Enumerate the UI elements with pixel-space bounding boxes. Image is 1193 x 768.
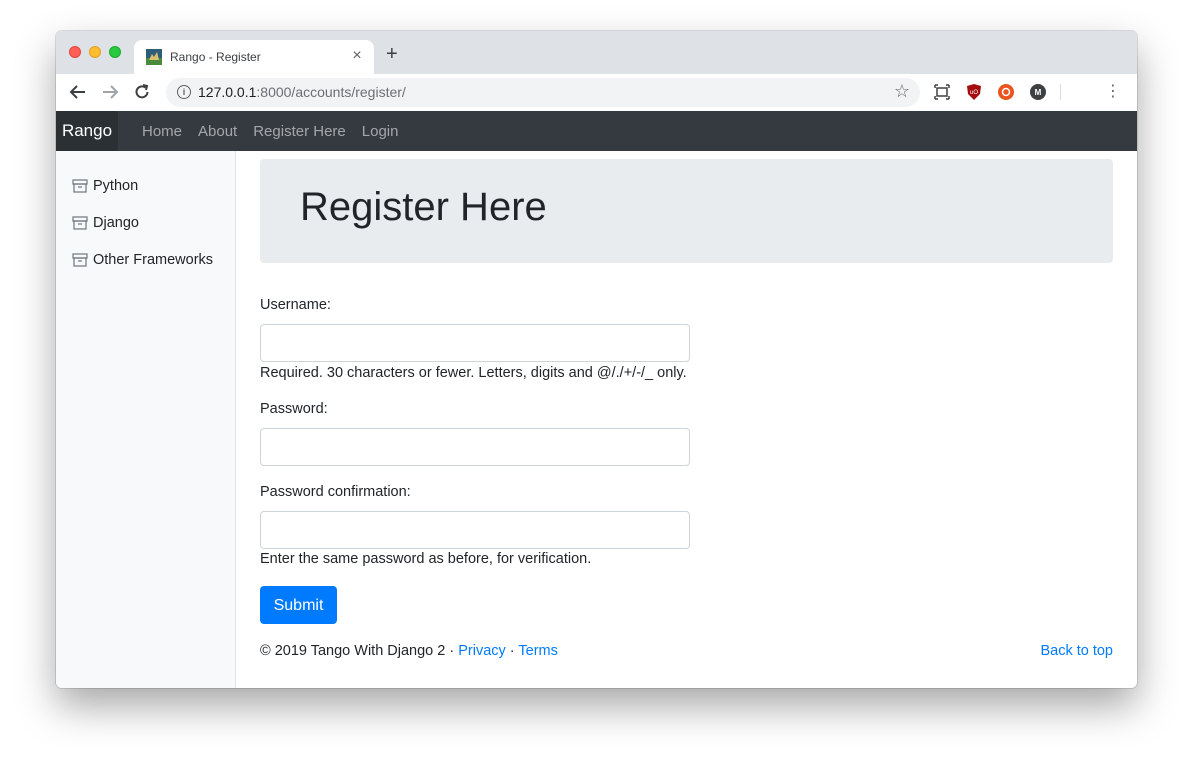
web-page: Rango Home About Register Here Login Pyt… bbox=[56, 111, 1137, 688]
password-confirmation-input[interactable] bbox=[260, 511, 690, 549]
sidebar: Python Django Other Frameworks bbox=[56, 151, 236, 688]
forward-arrow-icon[interactable] bbox=[101, 84, 119, 100]
archive-box-icon bbox=[72, 216, 88, 230]
browser-toolbar: i 127.0.0.1:8000/accounts/register/ ☆ uO… bbox=[56, 74, 1137, 112]
sidebar-item-label: Django bbox=[93, 215, 139, 231]
terms-link[interactable]: Terms bbox=[518, 643, 557, 659]
nav-link-about[interactable]: About bbox=[198, 123, 237, 140]
navbar-brand[interactable]: Rango bbox=[56, 111, 118, 151]
nav-link-login[interactable]: Login bbox=[362, 123, 399, 140]
sidebar-item-python[interactable]: Python bbox=[72, 176, 138, 196]
footer-separator: · bbox=[505, 643, 519, 659]
password-confirmation-label: Password confirmation: bbox=[260, 484, 411, 500]
submit-button[interactable]: Submit bbox=[260, 586, 337, 624]
address-bar[interactable]: i 127.0.0.1:8000/accounts/register/ ☆ bbox=[166, 78, 920, 107]
sidebar-item-label: Python bbox=[93, 178, 139, 194]
new-tab-button[interactable]: + bbox=[386, 44, 398, 64]
rango-favicon-icon bbox=[146, 49, 162, 65]
archive-box-icon bbox=[72, 179, 88, 193]
footer: © 2019 Tango With Django 2 · Privacy · T… bbox=[260, 643, 1113, 663]
window-maximize-button[interactable] bbox=[109, 46, 121, 58]
reload-icon[interactable] bbox=[133, 83, 151, 101]
url-text[interactable]: 127.0.0.1:8000/accounts/register/ bbox=[198, 84, 406, 100]
browser-tab[interactable]: Rango - Register × bbox=[134, 40, 374, 74]
archive-box-icon bbox=[72, 253, 88, 267]
page-title: Register Here bbox=[300, 185, 547, 229]
username-help-text: Required. 30 characters or fewer. Letter… bbox=[260, 365, 687, 381]
username-label: Username: bbox=[260, 297, 331, 313]
star-icon[interactable]: ☆ bbox=[894, 81, 910, 102]
browser-window: Rango - Register × + i 127.0.0.1:8000/ac… bbox=[56, 31, 1137, 688]
svg-text:uO: uO bbox=[970, 90, 978, 96]
window-minimize-button[interactable] bbox=[89, 46, 101, 58]
nav-link-home[interactable]: Home bbox=[142, 123, 182, 140]
sidebar-item-other-frameworks[interactable]: Other Frameworks bbox=[72, 250, 213, 270]
top-navbar: Rango Home About Register Here Login bbox=[56, 111, 1137, 151]
window-close-button[interactable] bbox=[69, 46, 81, 58]
screen-capture-icon[interactable] bbox=[934, 84, 950, 100]
ublock-icon[interactable]: uO bbox=[966, 84, 982, 100]
password-confirmation-help-text: Enter the same password as before, for v… bbox=[260, 551, 592, 567]
tab-title: Rango - Register bbox=[170, 50, 261, 64]
footer-copyright: © 2019 Tango With Django 2 · bbox=[260, 643, 459, 659]
main-content: Register Here Username: Required. 30 cha… bbox=[236, 151, 1137, 688]
nav-link-register[interactable]: Register Here bbox=[253, 123, 346, 140]
navbar-links: Home About Register Here Login bbox=[142, 111, 414, 151]
back-arrow-icon[interactable] bbox=[69, 84, 87, 100]
privacy-link[interactable]: Privacy bbox=[458, 643, 506, 659]
ubuntu-extension-icon[interactable] bbox=[998, 84, 1014, 100]
svg-text:M: M bbox=[1035, 88, 1042, 97]
sidebar-item-label: Other Frameworks bbox=[93, 252, 214, 268]
m-extension-icon[interactable]: M bbox=[1030, 84, 1046, 100]
tab-strip: Rango - Register × + bbox=[56, 31, 1137, 74]
info-icon[interactable]: i bbox=[177, 85, 191, 99]
sidebar-item-django[interactable]: Django bbox=[72, 213, 139, 233]
back-to-top-link[interactable]: Back to top bbox=[1040, 643, 1113, 659]
username-input[interactable] bbox=[260, 324, 690, 362]
close-tab-icon[interactable]: × bbox=[348, 47, 366, 65]
password-input[interactable] bbox=[260, 428, 690, 466]
toolbar-divider bbox=[1060, 84, 1061, 100]
jumbotron: Register Here bbox=[260, 159, 1113, 263]
browser-menu-icon[interactable]: ⋮ bbox=[1105, 82, 1121, 102]
password-label: Password: bbox=[260, 401, 328, 417]
